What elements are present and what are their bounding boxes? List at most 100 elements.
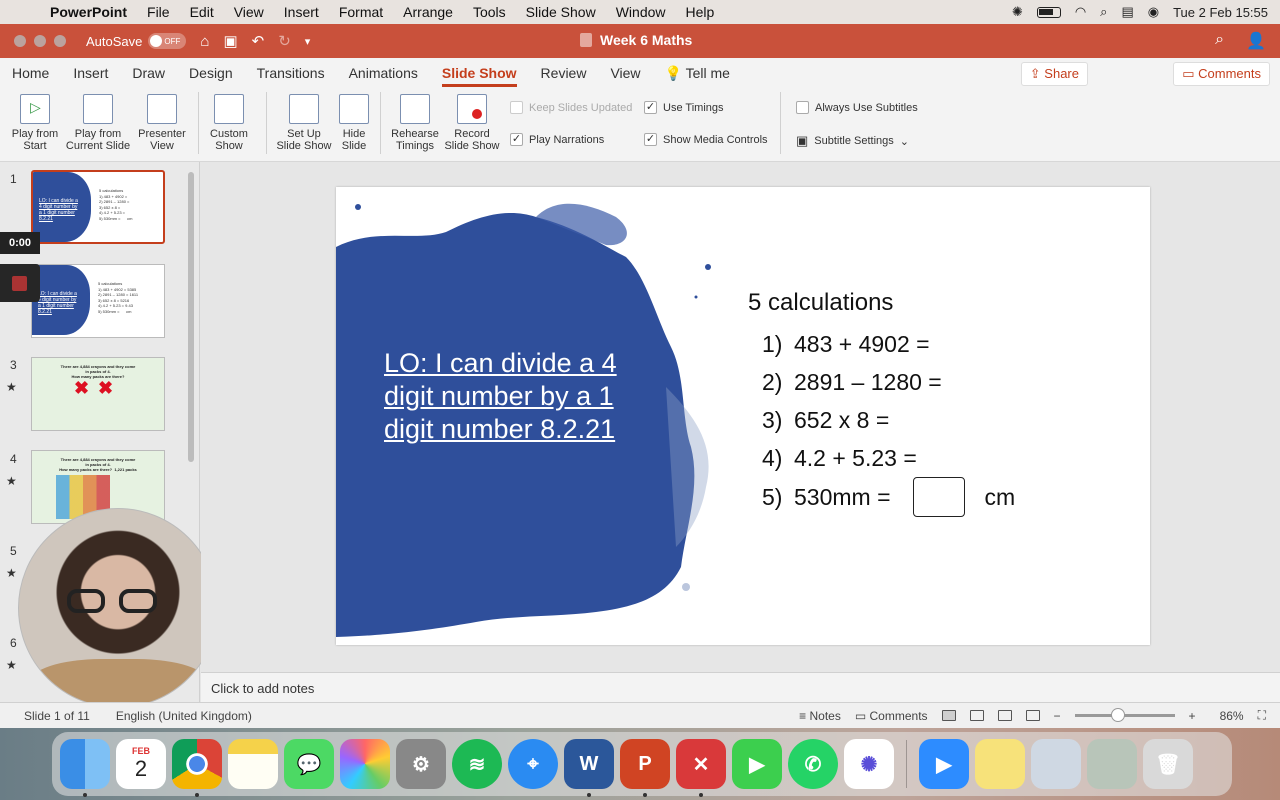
undo-icon[interactable]: ↶ xyxy=(252,32,265,50)
stop-recording-button[interactable] xyxy=(0,264,40,302)
search-icon[interactable]: ⌕ xyxy=(1215,31,1224,51)
menu-edit[interactable]: Edit xyxy=(180,4,224,20)
slide-title[interactable]: LO: I can divide a 4 digit number by a 1… xyxy=(384,347,624,446)
word-icon[interactable]: W xyxy=(564,739,614,797)
home-icon[interactable]: ⌂ xyxy=(200,33,209,50)
tab-view[interactable]: View xyxy=(598,65,652,81)
rehearse-timings-button[interactable]: Rehearse Timings xyxy=(388,94,442,152)
comments-button[interactable]: ▭ Comments xyxy=(1173,62,1270,86)
trash-icon[interactable]: 🗑 xyxy=(1143,739,1193,789)
save-icon[interactable]: ▣ xyxy=(223,32,237,50)
calendar-icon[interactable]: FEB 2 xyxy=(116,739,166,789)
autosave-toggle[interactable]: OFF xyxy=(148,33,187,49)
language-indicator[interactable]: English (United Kingdom) xyxy=(116,709,252,723)
customize-toolbar-icon[interactable]: ▾ xyxy=(305,35,311,48)
menu-tools[interactable]: Tools xyxy=(463,4,516,20)
system-preferences-icon[interactable]: ⚙ xyxy=(396,739,446,789)
menu-file[interactable]: File xyxy=(137,4,180,20)
zoom-icon[interactable]: ▶ xyxy=(919,739,969,789)
slide-show-view-icon[interactable] xyxy=(1025,710,1040,721)
stickies-icon[interactable] xyxy=(975,739,1025,789)
current-slide[interactable]: LO: I can divide a 4 digit number by a 1… xyxy=(336,187,1150,645)
record-slide-show-button[interactable]: Record Slide Show xyxy=(442,94,502,152)
remote-desktop-icon[interactable]: ✕ xyxy=(676,739,726,797)
slide-thumbnail-2[interactable]: LO: I can divide a 4 digit number by a 1… xyxy=(31,264,165,338)
tab-slide-show[interactable]: Slide Show xyxy=(430,65,529,87)
safari-icon[interactable]: ⌖ xyxy=(508,739,558,789)
facetime-icon[interactable]: ▶ xyxy=(732,739,782,789)
messages-icon[interactable]: 💬 xyxy=(284,739,334,789)
zoom-in-icon[interactable]: + xyxy=(1189,709,1196,723)
tab-transitions[interactable]: Transitions xyxy=(245,65,337,81)
account-icon[interactable]: 👤 xyxy=(1246,31,1266,51)
slide-thumbnail-1[interactable]: LO: I can divide a 4 digit number by a 1… xyxy=(31,170,165,244)
close-window-button[interactable] xyxy=(14,35,26,47)
tell-me[interactable]: 💡 Tell me xyxy=(653,65,742,82)
subtitle-settings-dropdown[interactable]: ▣ Subtitle Settings ⌄ xyxy=(796,133,909,149)
tab-home[interactable]: Home xyxy=(0,65,61,81)
gear-status-icon[interactable]: ✺ xyxy=(1012,4,1023,20)
zoom-slider[interactable] xyxy=(1074,708,1175,722)
autosave-control[interactable]: AutoSave OFF xyxy=(86,33,187,49)
share-button[interactable]: ⇪ Share xyxy=(1020,62,1088,86)
preview-icon[interactable] xyxy=(1031,739,1081,789)
menu-app-name[interactable]: PowerPoint xyxy=(40,4,137,20)
play-from-start-button[interactable]: ▷ Play from Start xyxy=(8,94,62,152)
menu-insert[interactable]: Insert xyxy=(274,4,329,20)
setup-slide-show-button[interactable]: Set Up Slide Show xyxy=(274,94,334,152)
wifi-icon[interactable]: ◠ xyxy=(1075,4,1086,20)
slide-thumbnail-3[interactable]: There are 4,884 crayons and they come in… xyxy=(31,357,165,431)
calculations-list[interactable]: 1) 483 + 4902 = 2) 2891 – 1280 = 3) 652 x 8… xyxy=(762,325,1015,517)
tab-draw[interactable]: Draw xyxy=(120,65,177,81)
photos-icon[interactable] xyxy=(340,739,390,789)
notes-toggle[interactable]: ≡ Notes xyxy=(799,709,841,723)
zoom-out-icon[interactable]: − xyxy=(1054,709,1061,723)
notes-app-icon[interactable] xyxy=(228,739,278,789)
always-use-subtitles-checkbox[interactable]: Always Use Subtitles xyxy=(796,101,918,114)
notes-pane[interactable]: Click to add notes xyxy=(201,672,1280,702)
powerpoint-icon[interactable]: P xyxy=(620,739,670,797)
control-center-icon[interactable]: ▤ xyxy=(1121,4,1133,20)
tab-design[interactable]: Design xyxy=(177,65,245,81)
reading-view-icon[interactable] xyxy=(997,710,1012,721)
hide-slide-button[interactable]: Hide Slide xyxy=(336,94,372,152)
calculations-heading[interactable]: 5 calculations xyxy=(748,289,893,317)
battery-icon[interactable] xyxy=(1036,6,1061,18)
chrome-icon[interactable] xyxy=(172,739,222,797)
whatsapp-icon[interactable]: ✆ xyxy=(788,739,838,789)
use-timings-checkbox[interactable]: ✓ Use Timings xyxy=(644,101,724,114)
spotlight-search-icon[interactable]: ⌕ xyxy=(1100,4,1107,20)
app-icon[interactable]: ✺ xyxy=(844,739,894,789)
minimize-window-button[interactable] xyxy=(34,35,46,47)
slide-sorter-icon[interactable] xyxy=(969,710,984,721)
siri-icon[interactable]: ◉ xyxy=(1148,4,1159,20)
spotify-icon[interactable]: ≋ xyxy=(452,739,502,789)
menu-arrange[interactable]: Arrange xyxy=(393,4,463,20)
zoom-level[interactable]: 86% xyxy=(1220,709,1244,723)
redo-icon[interactable]: ↻ xyxy=(278,32,291,50)
menu-view[interactable]: View xyxy=(224,4,274,20)
menu-window[interactable]: Window xyxy=(606,4,676,20)
finder-icon[interactable] xyxy=(60,739,110,797)
calc-text: 530mm = xyxy=(794,484,891,510)
fit-to-window-icon[interactable]: ⛶ xyxy=(1258,708,1266,723)
zoom-window-button[interactable] xyxy=(54,35,66,47)
comments-toggle[interactable]: ▭ Comments xyxy=(855,709,928,723)
tab-review[interactable]: Review xyxy=(529,65,599,81)
downloads-folder-icon[interactable] xyxy=(1087,739,1137,789)
tab-animations[interactable]: Animations xyxy=(337,65,430,81)
play-from-current-button[interactable]: Play from Current Slide xyxy=(62,94,134,152)
show-media-controls-checkbox[interactable]: ✓ Show Media Controls xyxy=(644,133,768,146)
clock[interactable]: Tue 2 Feb 15:55 xyxy=(1173,5,1268,20)
tab-insert[interactable]: Insert xyxy=(61,65,120,81)
menu-slide-show[interactable]: Slide Show xyxy=(516,4,606,20)
keep-slides-updated-checkbox[interactable]: Keep Slides Updated xyxy=(510,101,632,114)
menu-format[interactable]: Format xyxy=(329,4,393,20)
menu-help[interactable]: Help xyxy=(676,4,725,20)
play-narrations-checkbox[interactable]: ✓ Play Narrations xyxy=(510,133,604,146)
normal-view-icon[interactable] xyxy=(941,710,956,721)
custom-show-button[interactable]: Custom Show xyxy=(204,94,254,152)
thumbnail-scrollbar[interactable] xyxy=(188,172,194,462)
zoom-knob[interactable] xyxy=(1110,708,1125,722)
presenter-view-button[interactable]: Presenter View xyxy=(134,94,190,152)
